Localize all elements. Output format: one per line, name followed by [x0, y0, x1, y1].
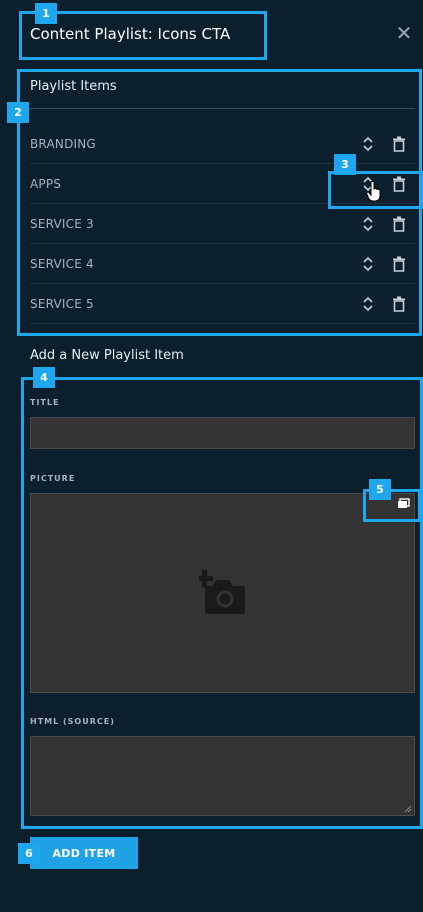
annotation-number-3: 3 [334, 154, 356, 175]
annotation-number-2: 2 [7, 102, 29, 123]
annotation-box-4 [21, 377, 423, 829]
annotation-number-1: 1 [35, 3, 57, 24]
add-item-heading: Add a New Playlist Item [30, 348, 184, 363]
annotation-number-6: 6 [18, 843, 40, 864]
add-item-button[interactable]: ADD ITEM [30, 837, 138, 869]
annotation-number-4: 4 [33, 367, 55, 388]
annotation-box-3 [328, 171, 423, 209]
annotation-number-5: 5 [369, 479, 391, 500]
close-button[interactable]: ✕ [395, 23, 413, 43]
